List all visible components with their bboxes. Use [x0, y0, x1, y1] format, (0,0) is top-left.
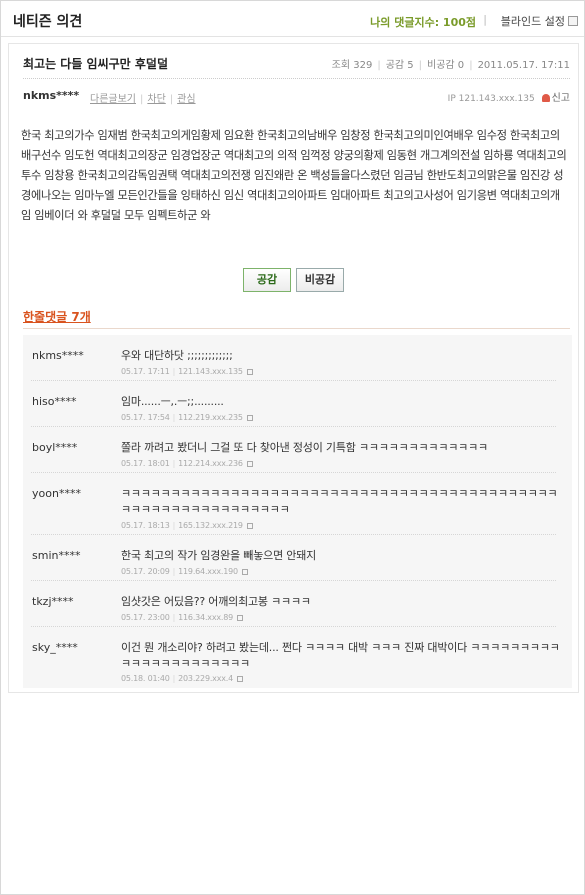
- author-ip: IP 121.143.xxx.135: [447, 94, 535, 104]
- follow-link[interactable]: 관심: [177, 94, 195, 105]
- reply-list: nkms**** 우와 대단하닷 ;;;;;;;;;;;;; 05.17. 17…: [23, 335, 572, 688]
- lock-icon: [241, 569, 248, 575]
- disagree-count: 비공감 0: [427, 60, 465, 71]
- post-meta: 조회 329 | 공감 5 | 비공감 0 | 2011.05.17. 17:11: [331, 60, 570, 71]
- other-posts-link[interactable]: 다른글보기: [90, 94, 136, 105]
- reply-ip: 203.229.xxx.4: [178, 674, 234, 683]
- reply-item: smin**** 한국 최고의 작가 임경완을 빼놓으면 안돼지 05.17. …: [23, 535, 572, 581]
- reply-nick[interactable]: sky_****: [32, 641, 78, 654]
- reply-ip: 119.64.xxx.190: [178, 567, 238, 576]
- post-datetime: 2011.05.17. 17:11: [477, 60, 570, 71]
- lock-icon: [246, 415, 253, 421]
- reply-info: 05.17. 18:01 | 112.214.xxx.236: [121, 459, 253, 468]
- reply-ip: 116.34.xxx.89: [178, 613, 234, 622]
- reply-item: tkzj**** 임샷갓은 어딨음?? 어깨의최고봉 ㅋㅋㅋㅋ 05.17. 2…: [23, 581, 572, 627]
- reply-ip: 165.132.xxx.219: [178, 521, 243, 530]
- comment-panel: 네티즌 의견 나의 댓글지수: 100점 | 블라인드 설정 최고는 다들 임씨…: [0, 0, 585, 895]
- block-link[interactable]: 차단: [147, 94, 165, 105]
- reply-info: 05.17. 17:54 | 112.219.xxx.235: [121, 413, 253, 422]
- reply-nick[interactable]: tkzj****: [32, 595, 74, 608]
- blind-settings-button[interactable]: 블라인드 설정: [501, 13, 578, 29]
- lock-icon: [246, 461, 253, 467]
- reply-ip: 112.219.xxx.235: [178, 413, 243, 422]
- lock-icon: [237, 615, 244, 621]
- reply-item: yoon**** ㅋㅋㅋㅋㅋㅋㅋㅋㅋㅋㅋㅋㅋㅋㅋㅋㅋㅋㅋㅋㅋㅋㅋㅋㅋㅋㅋㅋㅋㅋㅋ…: [23, 473, 572, 535]
- comment-score: 나의 댓글지수: 100점: [370, 16, 476, 29]
- agree-count: 공감 5: [385, 60, 414, 71]
- report-button[interactable]: 신고: [541, 93, 570, 104]
- reply-date: 05.17. 18:01: [121, 459, 170, 468]
- reply-text: 임마......ㅡ,.ㅡ;;.........: [121, 395, 224, 408]
- reply-ip: 121.143.xxx.135: [178, 367, 243, 376]
- replies-heading[interactable]: 한줄댓글 7개: [23, 308, 91, 325]
- lock-icon: [246, 523, 253, 529]
- lock-icon: [237, 676, 244, 682]
- post-body: 한국 최고의가수 임재범 한국최고의게임황제 임요환 한국최고의남배우 임창정 …: [21, 129, 567, 222]
- agree-button[interactable]: 공감: [243, 268, 291, 292]
- reply-text: ㅋㅋㅋㅋㅋㅋㅋㅋㅋㅋㅋㅋㅋㅋㅋㅋㅋㅋㅋㅋㅋㅋㅋㅋㅋㅋㅋㅋㅋㅋㅋㅋㅋㅋㅋㅋㅋㅋㅋㅋ…: [121, 487, 558, 516]
- divider: [23, 328, 570, 329]
- reply-item: hiso**** 임마......ㅡ,.ㅡ;;......... 05.17. …: [23, 381, 572, 427]
- reply-nick[interactable]: nkms****: [32, 349, 84, 362]
- reply-date: 05.17. 20:09: [121, 567, 170, 576]
- reply-item: nkms**** 우와 대단하닷 ;;;;;;;;;;;;; 05.17. 17…: [23, 335, 572, 381]
- reply-date: 05.18. 01:40: [121, 674, 170, 683]
- lock-icon: [246, 369, 253, 375]
- comment-post: 최고는 다들 임씨구만 후덜덜 조회 329 | 공감 5 | 비공감 0 | 2011.0…: [8, 43, 579, 693]
- reply-nick[interactable]: hiso****: [32, 395, 77, 408]
- reply-text: 이건 뭔 개소리야? 하려고 봤는데... 쩐다 ㅋㅋㅋㅋ 대박 ㅋㅋㅋ 진짜 …: [121, 641, 560, 670]
- divider: [23, 78, 570, 79]
- panel-header: 네티즌 의견 나의 댓글지수: 100점 | 블라인드 설정: [1, 1, 584, 37]
- reply-info: 05.17. 23:00 | 116.34.xxx.89: [121, 613, 244, 622]
- panel-title: 네티즌 의견: [13, 14, 83, 30]
- reply-text: 임샷갓은 어딨음?? 어깨의최고봉 ㅋㅋㅋㅋ: [121, 595, 311, 608]
- view-count: 조회 329: [331, 60, 373, 71]
- reply-ip: 112.214.xxx.236: [178, 459, 243, 468]
- post-author[interactable]: nkms****: [23, 89, 79, 102]
- ip-report: IP 121.143.xxx.135 신고: [448, 89, 570, 104]
- settings-icon: [568, 16, 578, 26]
- reply-item: sky_**** 이건 뭔 개소리야? 하려고 봤는데... 쩐다 ㅋㅋㅋㅋ 대…: [23, 627, 572, 688]
- reply-info: 05.17. 17:11 | 121.143.xxx.135: [121, 367, 253, 376]
- reply-date: 05.17. 23:00: [121, 613, 170, 622]
- reply-item: boyl**** 쫄라 까려고 봤더니 그걸 또 다 찾아낸 정성이 기특함 ㅋ…: [23, 427, 572, 473]
- siren-icon: [541, 94, 550, 102]
- reply-text: 우와 대단하닷 ;;;;;;;;;;;;;: [121, 349, 233, 362]
- blind-settings-label: 블라인드 설정: [500, 15, 565, 28]
- reply-date: 05.17. 17:11: [121, 367, 170, 376]
- reply-date: 05.17. 18:13: [121, 521, 170, 530]
- reply-info: 05.17. 20:09 | 119.64.xxx.190: [121, 567, 248, 576]
- reply-info: 05.17. 18:13 | 165.132.xxx.219: [121, 521, 253, 530]
- disagree-button[interactable]: 비공감: [296, 268, 344, 292]
- author-actions: 다른글보기 | 차단 | 관심: [90, 94, 196, 105]
- report-label: 신고: [551, 93, 570, 104]
- reply-text: 한국 최고의 작가 임경완을 빼놓으면 안돼지: [121, 549, 317, 562]
- post-title: 최고는 다들 임씨구만 후덜덜: [23, 57, 169, 71]
- reply-text: 쫄라 까려고 봤더니 그걸 또 다 찾아낸 정성이 기특함 ㅋㅋㅋㅋㅋㅋㅋㅋㅋㅋ…: [121, 441, 488, 454]
- reply-nick[interactable]: boyl****: [32, 441, 77, 454]
- reply-nick[interactable]: yoon****: [32, 487, 81, 500]
- reply-info: 05.18. 01:40 | 203.229.xxx.4: [121, 674, 244, 683]
- reply-date: 05.17. 17:54: [121, 413, 170, 422]
- header-divider: |: [483, 13, 487, 26]
- reply-nick[interactable]: smin****: [32, 549, 80, 562]
